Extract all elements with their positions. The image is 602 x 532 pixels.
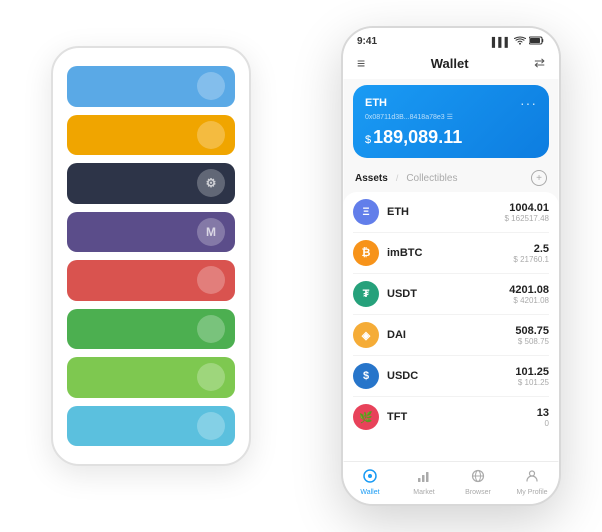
asset-item-imbtc[interactable]: ₿ imBTC 2.5$ 21760.1 [353,233,549,274]
eth-card-label: ETH [365,97,387,109]
asset-item-usdc[interactable]: $ USDC 101.25$ 101.25 [353,356,549,397]
eth-card-balance: $189,089.11 [365,127,537,148]
strip-dark: ⚙ [67,163,235,204]
asset-amount-tft: 13 [537,407,549,419]
nav-item-market[interactable]: Market [397,468,451,496]
tab-divider: / [396,173,399,183]
asset-usd-imbtc: $ 21760.1 [513,255,549,264]
tab-collectibles[interactable]: Collectibles [406,173,457,184]
scan-icon[interactable]: ⇄ [534,55,545,71]
wifi-icon [514,36,526,47]
eth-card[interactable]: ETH ··· 0x08711d3B...8418a78e3 ☰ $189,08… [353,85,549,158]
profile-nav-label: My Profile [516,489,547,496]
asset-name-eth: ETH [387,206,497,218]
header-title: Wallet [431,56,469,71]
tab-assets[interactable]: Assets [355,173,388,184]
status-icons: ▌▌▌ [492,36,545,47]
asset-usd-eth: $ 162517.48 [505,214,550,223]
nav-item-browser[interactable]: Browser [451,468,505,496]
asset-usd-usdc: $ 101.25 [515,378,549,387]
bottom-nav: Wallet Market Browser My Profile [343,461,559,504]
fg-phone: 9:41 ▌▌▌ [341,26,561,506]
phone-content: ETH ··· 0x08711d3B...8418a78e3 ☰ $189,08… [343,79,559,461]
asset-values-eth: 1004.01$ 162517.48 [505,202,550,223]
asset-name-imbtc: imBTC [387,247,505,259]
asset-usd-tft: 0 [537,419,549,428]
asset-amount-imbtc: 2.5 [513,243,549,255]
asset-icon-eth: Ξ [353,199,379,225]
status-bar: 9:41 ▌▌▌ [343,28,559,51]
profile-nav-icon [524,468,540,487]
nav-item-wallet[interactable]: Wallet [343,468,397,496]
asset-values-usdt: 4201.08$ 4201.08 [509,284,549,305]
strip-lightblue [67,406,235,447]
strip-red [67,260,235,301]
asset-item-dai[interactable]: ◈ DAI 508.75$ 508.75 [353,315,549,356]
add-asset-button[interactable]: + [531,170,547,186]
time-label: 9:41 [357,36,377,47]
eth-card-address: 0x08711d3B...8418a78e3 ☰ [365,113,537,121]
asset-icon-tft: 🌿 [353,404,379,430]
menu-icon[interactable]: ≡ [357,55,365,71]
asset-values-dai: 508.75$ 508.75 [515,325,549,346]
assets-header: Assets / Collectibles + [343,166,559,192]
asset-icon-usdc: $ [353,363,379,389]
strip-lightgreen [67,357,235,398]
browser-nav-label: Browser [465,489,491,496]
asset-name-tft: TFT [387,411,529,423]
assets-tabs: Assets / Collectibles [355,173,457,184]
asset-name-dai: DAI [387,329,507,341]
signal-icon: ▌▌▌ [492,37,511,47]
asset-usd-dai: $ 508.75 [515,337,549,346]
asset-item-eth[interactable]: Ξ ETH 1004.01$ 162517.48 [353,192,549,233]
asset-usd-usdt: $ 4201.08 [509,296,549,305]
asset-item-tft[interactable]: 🌿 TFT 130 [353,397,549,437]
market-nav-label: Market [413,489,434,496]
eth-card-menu[interactable]: ··· [520,95,537,111]
wallet-nav-label: Wallet [360,489,379,496]
phone-header: ≡ Wallet ⇄ [343,51,559,79]
bg-phone: ⚙M [51,46,251,466]
strip-orange [67,115,235,156]
asset-values-imbtc: 2.5$ 21760.1 [513,243,549,264]
market-nav-icon [416,468,432,487]
asset-name-usdt: USDT [387,288,501,300]
asset-icon-dai: ◈ [353,322,379,348]
nav-item-profile[interactable]: My Profile [505,468,559,496]
strip-purple: M [67,212,235,253]
wallet-nav-icon [362,468,378,487]
asset-item-usdt[interactable]: ₮ USDT 4201.08$ 4201.08 [353,274,549,315]
asset-name-usdc: USDC [387,370,507,382]
asset-amount-usdc: 101.25 [515,366,549,378]
browser-nav-icon [470,468,486,487]
asset-icon-usdt: ₮ [353,281,379,307]
asset-values-usdc: 101.25$ 101.25 [515,366,549,387]
asset-amount-usdt: 4201.08 [509,284,549,296]
scene: ⚙M 9:41 ▌▌▌ [21,16,581,516]
strip-blue [67,66,235,107]
asset-amount-dai: 508.75 [515,325,549,337]
asset-icon-imbtc: ₿ [353,240,379,266]
strip-green [67,309,235,350]
battery-icon [529,36,545,47]
asset-list: Ξ ETH 1004.01$ 162517.48 ₿ imBTC 2.5$ 21760.1… [343,192,559,461]
asset-values-tft: 130 [537,407,549,428]
asset-amount-eth: 1004.01 [505,202,550,214]
